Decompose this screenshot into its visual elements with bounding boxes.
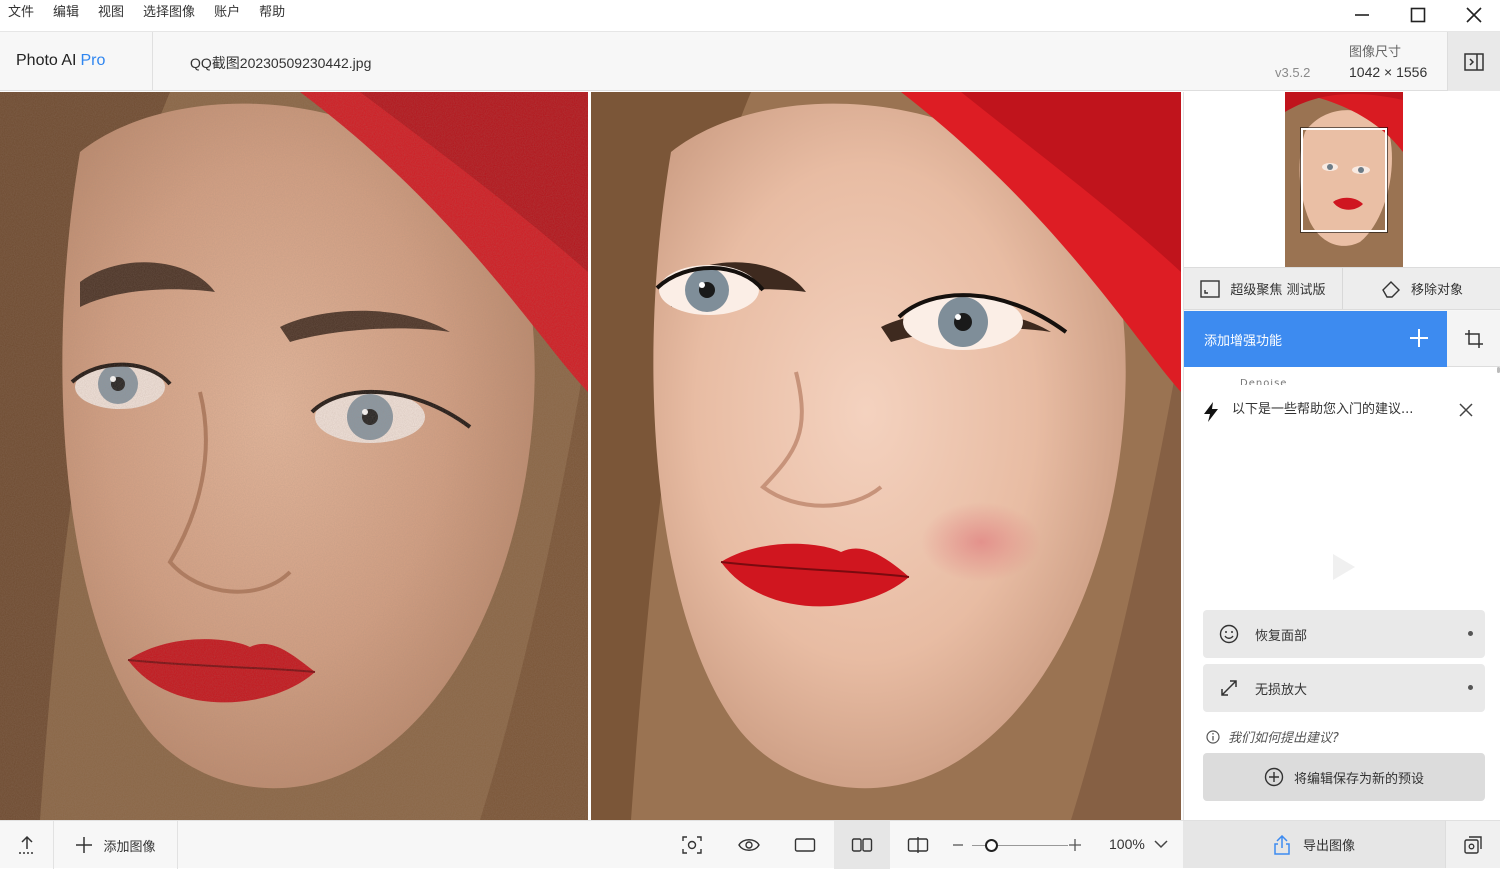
original-image-pane[interactable] — [0, 92, 588, 820]
super-focus-button[interactable]: 超级聚焦 测试版 — [1184, 268, 1342, 309]
enhanced-portrait-image — [591, 92, 1181, 820]
export-icon — [1274, 834, 1290, 855]
tool-row: 超级聚焦 测试版 移除对象 — [1184, 267, 1500, 310]
add-enhancement-row: 添加增强功能 — [1184, 311, 1500, 367]
tip-ghost-text: Denoise — [1240, 379, 1288, 385]
menu-items: 文件 编辑 视图 选择图像 账户 帮助 — [8, 5, 304, 21]
plus-icon — [76, 837, 93, 853]
brand-logo: Photo AI Pro — [16, 52, 105, 70]
remove-object-label: 移除对象 — [1410, 283, 1463, 298]
crop-icon — [1465, 329, 1483, 348]
add-image-button[interactable]: 添加图像 — [54, 821, 178, 869]
brand-tier: Pro — [80, 52, 106, 69]
save-preset-label: 将编辑保存为新的预设 — [1293, 771, 1424, 787]
image-size-label: 图像尺寸 — [1349, 45, 1402, 60]
zoom-knob[interactable] — [984, 839, 998, 852]
zoom-out-icon[interactable] — [952, 838, 964, 852]
app-header: Photo AI Pro QQ截图20230509230442.jpg v3.5.… — [0, 32, 1500, 91]
play-icon — [1333, 554, 1355, 580]
file-name: QQ截图20230509230442.jpg — [190, 55, 372, 71]
side-by-side-icon — [851, 838, 873, 852]
split-view-button[interactable] — [890, 821, 946, 869]
navigator-viewport-frame[interactable] — [1301, 128, 1387, 232]
menu-file[interactable]: 文件 — [8, 5, 34, 21]
toggle-preview-button[interactable] — [721, 821, 777, 869]
status-dot — [1468, 631, 1473, 636]
menu-help[interactable]: 帮助 — [259, 5, 285, 21]
close-window-button[interactable] — [1446, 0, 1500, 30]
eye-icon — [738, 839, 760, 851]
upscale-option[interactable]: 无损放大 — [1203, 664, 1485, 712]
app-version: v3.5.2 — [1275, 65, 1311, 80]
export-settings-icon — [1464, 835, 1482, 854]
right-panel: 超级聚焦 测试版 移除对象 添加增强功能 Denoise 以下是一些帮助您入门的… — [1183, 92, 1500, 820]
close-icon[interactable] — [1459, 403, 1473, 417]
single-view-button[interactable] — [777, 821, 833, 869]
original-portrait-image — [0, 92, 588, 820]
super-focus-label: 超级聚焦 测试版 — [1230, 283, 1326, 298]
recover-faces-option[interactable]: 恢复面部 — [1203, 610, 1485, 658]
add-enhancement-label: 添加增强功能 — [1204, 333, 1283, 349]
add-image-label: 添加图像 — [103, 839, 156, 855]
panel-toggle-icon — [1464, 52, 1484, 71]
header-divider — [152, 32, 153, 91]
bottom-toolbar: 添加图像 100% — [0, 820, 1183, 869]
save-preset-button[interactable]: 将编辑保存为新的预设 — [1203, 753, 1485, 801]
export-image-label: 导出图像 — [1302, 839, 1355, 854]
focus-camera-icon — [682, 836, 702, 854]
side-by-side-view-button[interactable] — [834, 821, 890, 869]
add-circle-icon — [1264, 767, 1284, 787]
zoom-value[interactable]: 100% — [1109, 836, 1145, 852]
split-view-icon — [907, 837, 929, 853]
preview-camera-button[interactable] — [664, 821, 720, 869]
export-image-button[interactable]: 导出图像 — [1183, 820, 1445, 868]
how-suggestions-label: 我们如何提出建议? — [1228, 731, 1339, 746]
zoom-slider[interactable] — [950, 838, 1086, 852]
brand-name: Photo AI — [16, 52, 77, 69]
menu-view[interactable]: 视图 — [98, 5, 124, 21]
upload-button[interactable] — [0, 821, 54, 869]
image-size-value: 1042 × 1556 — [1349, 64, 1428, 80]
close-icon — [1466, 7, 1482, 23]
status-dot — [1468, 685, 1473, 690]
zoom-in-icon[interactable] — [1068, 838, 1082, 852]
minimize-button[interactable] — [1334, 0, 1390, 30]
face-icon — [1219, 624, 1239, 644]
eraser-icon — [1382, 280, 1400, 298]
suggestions-area: Denoise 以下是一些帮助您入门的建议... 恢复面部 无损放大 我们如何提… — [1184, 367, 1500, 820]
menu-account[interactable]: 账户 — [214, 5, 240, 21]
crop-button[interactable] — [1447, 311, 1500, 367]
navigator — [1184, 92, 1500, 267]
enhanced-image-pane[interactable] — [591, 92, 1181, 820]
recover-faces-label: 恢复面部 — [1255, 628, 1308, 644]
focus-frame-icon — [1200, 279, 1221, 298]
maximize-button[interactable] — [1390, 0, 1446, 30]
export-options-button[interactable] — [1445, 820, 1500, 868]
minimize-icon — [1355, 14, 1369, 16]
menu-bar: 文件 编辑 视图 选择图像 账户 帮助 — [0, 0, 1500, 32]
info-icon — [1206, 729, 1220, 744]
chevron-down-icon[interactable] — [1154, 839, 1168, 849]
single-view-icon — [794, 838, 816, 852]
maximize-icon — [1410, 7, 1426, 23]
suggestions-tip: 以下是一些帮助您入门的建议... — [1232, 402, 1414, 417]
lightning-icon — [1204, 402, 1218, 422]
remove-object-button[interactable]: 移除对象 — [1342, 268, 1500, 309]
expand-arrows-icon — [1221, 680, 1237, 696]
add-enhancement-button[interactable]: 添加增强功能 — [1184, 311, 1447, 367]
menu-edit[interactable]: 编辑 — [53, 5, 79, 21]
upscale-label: 无损放大 — [1255, 682, 1308, 698]
toggle-panel-button[interactable] — [1447, 32, 1500, 91]
how-suggestions-link[interactable]: 我们如何提出建议? — [1206, 727, 1339, 746]
upload-icon — [18, 835, 35, 854]
menu-select-image[interactable]: 选择图像 — [143, 5, 195, 21]
plus-icon — [1410, 329, 1428, 347]
